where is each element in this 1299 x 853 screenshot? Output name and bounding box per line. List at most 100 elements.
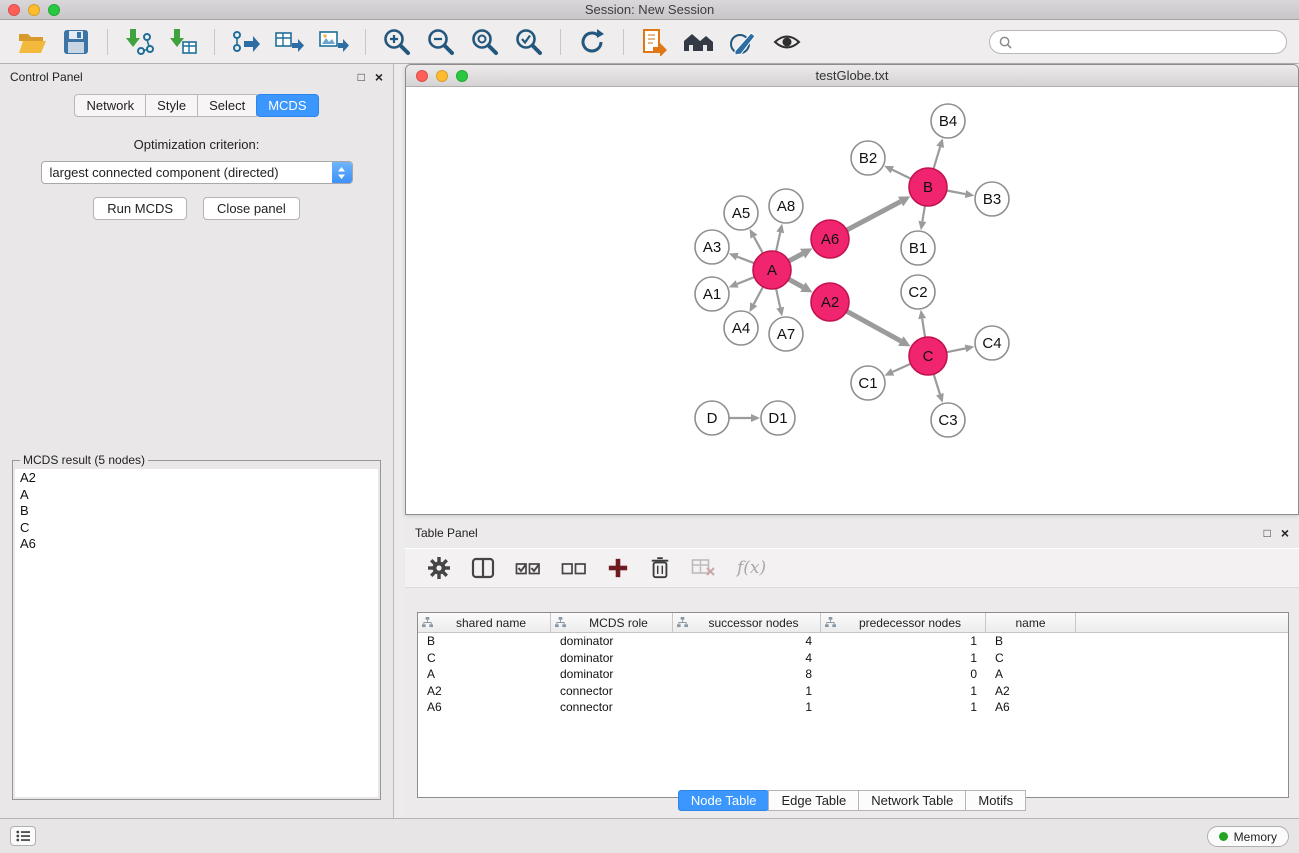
close-panel-icon[interactable]: × [1281, 526, 1289, 540]
edge-arrowhead [918, 221, 926, 231]
graph-edge-B-B2 [892, 170, 911, 179]
criterion-select[interactable]: largest connected component (directed) [41, 161, 353, 184]
toolbar-search[interactable] [989, 30, 1287, 54]
table-row[interactable]: Cdominator41C [418, 650, 1288, 667]
save-session-button[interactable] [56, 25, 96, 59]
table-panel-title: Table Panel [415, 526, 478, 540]
tab-node-table[interactable]: Node Table [678, 790, 770, 811]
graph-edge-B-B3 [947, 191, 966, 195]
create-column-button[interactable] [607, 553, 629, 583]
close-panel-button[interactable]: Close panel [203, 197, 300, 220]
network-close-button[interactable] [416, 70, 428, 82]
tab-motifs[interactable]: Motifs [965, 790, 1026, 811]
delete-columns-button[interactable] [649, 553, 671, 583]
close-window-button[interactable] [8, 4, 20, 16]
optimization-criterion-label: Optimization criterion: [0, 137, 393, 152]
table-options-button[interactable] [427, 553, 451, 583]
graph-node-A7[interactable]: A7 [769, 317, 803, 351]
floppy-disk-icon [63, 29, 89, 55]
graph-node-A4[interactable]: A4 [724, 311, 758, 345]
graph-node-A3[interactable]: A3 [695, 230, 729, 264]
zoom-fit-button[interactable] [465, 25, 505, 59]
toolbar-separator [214, 29, 215, 55]
first-neighbors-button[interactable] [635, 25, 675, 59]
graph-node-B4[interactable]: B4 [931, 104, 965, 138]
unselect-all-columns-button[interactable] [561, 553, 587, 583]
open-session-button[interactable] [12, 25, 52, 59]
graph-node-C1[interactable]: C1 [851, 366, 885, 400]
tab-edge-table[interactable]: Edge Table [768, 790, 859, 811]
column-type-icon [422, 617, 433, 628]
export-table-icon [275, 29, 305, 55]
graph-node-B2[interactable]: B2 [851, 141, 885, 175]
table-row[interactable]: Adominator80A [418, 666, 1288, 683]
export-image-button[interactable] [314, 25, 354, 59]
table-row[interactable]: A6connector11A6 [418, 699, 1288, 716]
graph-node-B3[interactable]: B3 [975, 182, 1009, 216]
tab-network-table[interactable]: Network Table [858, 790, 966, 811]
graph-node-A[interactable]: A [753, 251, 791, 289]
edge-arrowhead [776, 224, 784, 234]
run-mcds-button[interactable]: Run MCDS [93, 197, 187, 220]
refresh-button[interactable] [572, 25, 612, 59]
zoom-in-button[interactable] [377, 25, 417, 59]
export-network-button[interactable] [226, 25, 266, 59]
graph-node-C2[interactable]: C2 [901, 275, 935, 309]
network-zoom-button[interactable] [456, 70, 468, 82]
houses-button[interactable] [679, 25, 719, 59]
zoom-selected-button[interactable] [509, 25, 549, 59]
column-header-predecessor-nodes[interactable]: predecessor nodes [821, 613, 986, 632]
memory-button[interactable]: Memory [1207, 826, 1289, 847]
export-table-button[interactable] [270, 25, 310, 59]
float-panel-icon[interactable]: □ [358, 71, 365, 83]
zoom-out-button[interactable] [421, 25, 461, 59]
tab-mcds[interactable]: MCDS [256, 94, 318, 117]
network-canvas[interactable]: B4 B2 B B3 A5 A8A6 A3 B1 A C2 A1 A2 A4 A7 C4 C C1 D D1 C3 [406, 87, 1298, 515]
column-header-shared-name[interactable]: shared name [418, 613, 551, 632]
graph-node-A8[interactable]: A8 [769, 189, 803, 223]
criterion-selected-value: largest connected component (directed) [42, 165, 332, 180]
import-table-button[interactable] [163, 25, 203, 59]
column-header-mcds-role[interactable]: MCDS role [551, 613, 673, 632]
gear-icon [427, 556, 451, 580]
annotation-pen-button[interactable] [723, 25, 763, 59]
graph-node-B[interactable]: B [909, 168, 947, 206]
tab-style[interactable]: Style [145, 94, 198, 117]
eye-button[interactable] [767, 25, 807, 59]
zoom-window-button[interactable] [48, 4, 60, 16]
table-cell: 0 [821, 667, 986, 681]
show-columns-button[interactable] [471, 553, 495, 583]
graph-node-C[interactable]: C [909, 337, 947, 375]
tab-network[interactable]: Network [74, 94, 146, 117]
control-panel-header: Control Panel □ × [0, 64, 393, 90]
task-history-button[interactable] [10, 826, 36, 846]
import-network-button[interactable] [119, 25, 159, 59]
tab-select[interactable]: Select [197, 94, 257, 117]
column-header-successor-nodes[interactable]: successor nodes [673, 613, 821, 632]
graph-node-B1[interactable]: B1 [901, 231, 935, 265]
graph-node-D1[interactable]: D1 [761, 401, 795, 435]
float-panel-icon[interactable]: □ [1264, 527, 1271, 539]
network-minimize-button[interactable] [436, 70, 448, 82]
select-all-columns-button[interactable] [515, 553, 541, 583]
svg-text:A7: A7 [777, 326, 795, 343]
graph-node-C3[interactable]: C3 [931, 403, 965, 437]
table-row[interactable]: A2connector11A2 [418, 683, 1288, 700]
mcds-result-list[interactable]: A2ABCA6 [15, 469, 378, 797]
minimize-window-button[interactable] [28, 4, 40, 16]
graph-edge-C-C2 [922, 319, 925, 338]
memory-label: Memory [1234, 830, 1277, 844]
graph-node-A5[interactable]: A5 [724, 196, 758, 230]
pen-circle-icon [728, 28, 758, 56]
graph-node-D[interactable]: D [695, 401, 729, 435]
close-panel-icon[interactable]: × [375, 70, 383, 84]
svg-text:C3: C3 [938, 412, 957, 429]
graph-node-A2[interactable]: A2 [811, 283, 849, 321]
search-input[interactable] [1017, 35, 1277, 50]
graph-node-C4[interactable]: C4 [975, 326, 1009, 360]
graph-node-A1[interactable]: A1 [695, 277, 729, 311]
table-row[interactable]: Bdominator41B [418, 633, 1288, 650]
column-header-name[interactable]: name [986, 613, 1076, 632]
node-table-body: Bdominator41BCdominator41CAdominator80AA… [418, 633, 1288, 716]
graph-node-A6[interactable]: A6 [811, 220, 849, 258]
